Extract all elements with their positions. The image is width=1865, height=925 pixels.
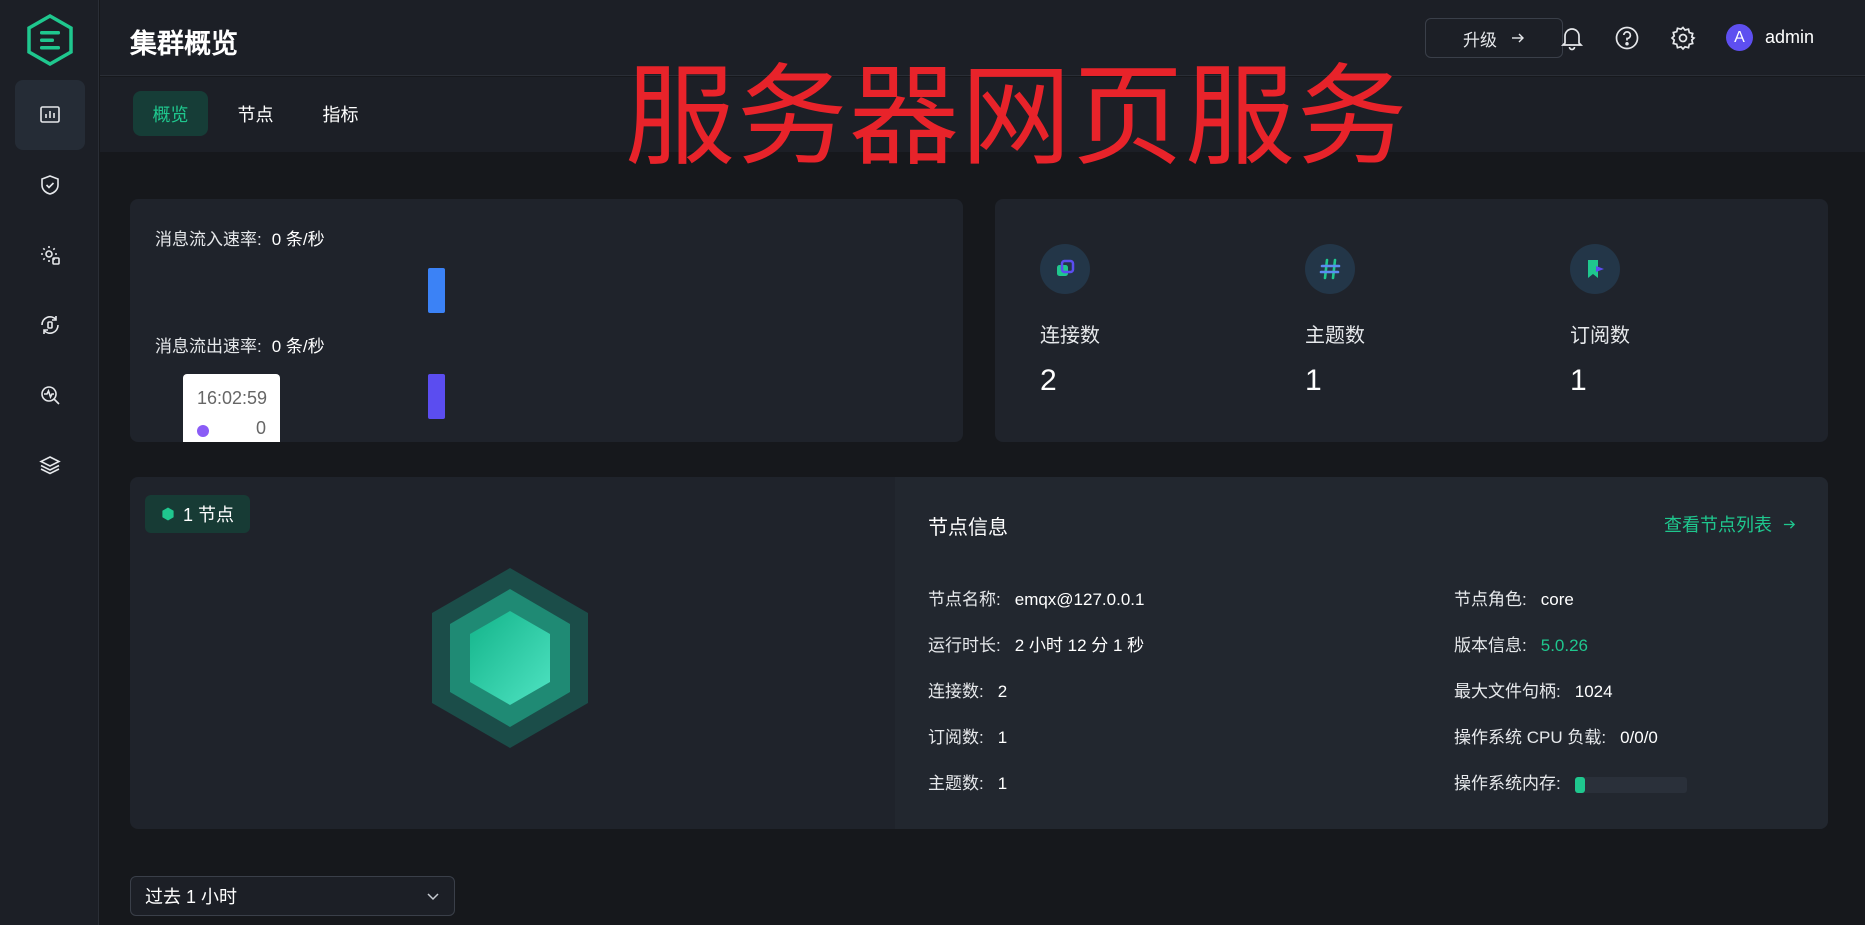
node-topics-row: 主题数: 1 (928, 769, 1007, 794)
nav-extensions[interactable] (15, 430, 85, 500)
subscriptions-value: 1 (1570, 364, 1587, 397)
nav-integration[interactable] (15, 290, 85, 360)
node-name-label: 节点名称: (928, 590, 1001, 609)
node-name-value: emqx@127.0.0.1 (1014, 590, 1145, 609)
incoming-rate-bar (428, 268, 445, 313)
incoming-rate-label: 消息流入速率: (155, 230, 262, 249)
stat-subscriptions: 订阅数 1 (1570, 199, 1810, 444)
topics-label: 主题数 (1305, 325, 1365, 347)
node-card: 1 节点 节点信息 查看节点列表 节点名称: emqx@127.0.0.1 运行时… (130, 477, 1828, 829)
upgrade-button[interactable]: 升级 (1425, 18, 1563, 58)
connection-icon (1040, 244, 1090, 294)
tooltip-time: 16:02:59 (197, 388, 268, 408)
arrow-right-icon (1783, 520, 1796, 529)
tooltip-value: 0 (255, 418, 266, 438)
uptime-row: 运行时长: 2 小时 12 分 1 秒 (928, 631, 1144, 656)
node-topics-label: 主题数: (928, 774, 984, 793)
outgoing-rate-bar (428, 374, 445, 419)
max-fds-label: 最大文件句柄: (1454, 682, 1561, 701)
outgoing-rate-value: 0 条/秒 (271, 337, 325, 356)
node-info-panel: 节点信息 查看节点列表 节点名称: emqx@127.0.0.1 运行时长: 2 小… (895, 477, 1828, 829)
avatar: A (1726, 24, 1753, 51)
incoming-rate: 消息流入速率: 0 条/秒 (155, 225, 325, 250)
cpu-load-row: 操作系统 CPU 负载: 0/0/0 (1454, 723, 1658, 748)
connections-value: 2 (1040, 364, 1057, 397)
outgoing-rate-label: 消息流出速率: (155, 337, 262, 356)
version-row: 版本信息: 5.0.26 (1454, 631, 1588, 656)
tab-metrics[interactable]: 指标 (303, 91, 378, 136)
cpu-load-value: 0/0/0 (1620, 728, 1658, 747)
tooltip-series-dot (197, 425, 209, 437)
gear-puzzle-icon (41, 246, 60, 265)
shield-icon (41, 175, 59, 195)
version-value: 5.0.26 (1540, 636, 1588, 655)
node-subscriptions-label: 订阅数: (928, 728, 984, 747)
view-node-list-link[interactable]: 查看节点列表 (1664, 511, 1796, 537)
sidebar (0, 0, 99, 925)
dashboard-icon (40, 106, 60, 123)
max-fds-row: 最大文件句柄: 1024 (1454, 677, 1613, 702)
subscribe-icon (1570, 244, 1620, 294)
nav-access-control[interactable] (15, 150, 85, 220)
node-count-badge: 1 节点 (145, 495, 251, 533)
bell-icon[interactable] (1559, 25, 1585, 51)
node-role-row: 节点角色: core (1454, 585, 1574, 610)
version-label: 版本信息: (1454, 636, 1527, 655)
user-menu[interactable]: A admin (1726, 24, 1814, 51)
node-connections-row: 连接数: 2 (928, 677, 1007, 702)
help-icon[interactable] (1614, 25, 1640, 51)
view-node-list-label: 查看节点列表 (1663, 515, 1772, 535)
sync-icon (41, 315, 59, 335)
node-role-value: core (1540, 590, 1574, 609)
tab-overview[interactable]: 概览 (133, 91, 208, 136)
topics-value: 1 (1305, 364, 1322, 397)
uptime-label: 运行时长: (928, 636, 1001, 655)
upgrade-label: 升级 (1463, 30, 1497, 50)
node-count-label: 1 节点 (183, 505, 235, 525)
subscriptions-label: 订阅数 (1570, 325, 1630, 347)
nav-diagnose[interactable] (15, 360, 85, 430)
memory-progress-fill (1574, 776, 1585, 793)
hash-icon (1305, 244, 1355, 294)
node-topics-value: 1 (997, 774, 1008, 793)
cpu-load-label: 操作系统 CPU 负载: (1454, 728, 1607, 747)
outgoing-rate: 消息流出速率: 0 条/秒 (155, 332, 325, 357)
node-connections-value: 2 (997, 682, 1008, 701)
nav-dashboard[interactable] (15, 80, 85, 150)
stat-topics: 主题数 1 (1305, 199, 1545, 444)
tab-nodes[interactable]: 节点 (218, 91, 293, 136)
node-subscriptions-row: 订阅数: 1 (928, 723, 1007, 748)
monitor-search-icon (41, 386, 60, 405)
time-range-select[interactable]: 过去 1 小时 (130, 876, 455, 916)
message-rate-card: 消息流入速率: 0 条/秒 消息流出速率: 0 条/秒 16:02:59 0 (130, 199, 963, 442)
memory-row: 操作系统内存: (1454, 769, 1687, 794)
chevron-down-icon (427, 893, 439, 901)
max-fds-value: 1024 (1574, 682, 1613, 701)
settings-gear-icon[interactable] (1670, 25, 1696, 51)
node-name-row: 节点名称: emqx@127.0.0.1 (928, 585, 1144, 610)
chart-tooltip: 16:02:59 0 (183, 374, 280, 442)
watermark-text: 服务器网页服务 (625, 53, 1409, 181)
emqx-logo-icon[interactable] (26, 13, 74, 67)
uptime-value: 2 小时 12 分 1 秒 (1014, 636, 1145, 655)
incoming-rate-value: 0 条/秒 (271, 230, 325, 249)
arrow-right-icon (1512, 33, 1524, 43)
node-hexagon-icon (162, 507, 174, 521)
stats-card: 连接数 2 主题数 1 订阅数 1 (995, 199, 1828, 442)
username: admin (1765, 27, 1815, 47)
connections-label: 连接数 (1040, 325, 1100, 347)
time-range-value: 过去 1 小时 (145, 887, 238, 907)
node-subscriptions-value: 1 (997, 728, 1008, 747)
memory-label: 操作系统内存: (1454, 774, 1561, 793)
page-title: 集群概览 (130, 29, 238, 60)
node-info-title: 节点信息 (928, 517, 1008, 539)
node-connections-label: 连接数: (928, 682, 984, 701)
layers-icon (39, 456, 61, 475)
node-role-label: 节点角色: (1454, 590, 1527, 609)
node-hexagon-graphic[interactable] (430, 567, 590, 749)
nav-management[interactable] (15, 220, 85, 290)
memory-progress-bar (1574, 776, 1687, 793)
stat-connections: 连接数 2 (1040, 199, 1280, 444)
